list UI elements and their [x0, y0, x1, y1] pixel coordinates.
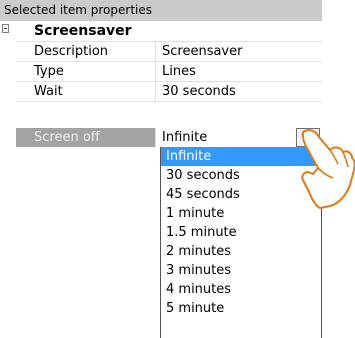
dropdown-option[interactable]: 30 seconds: [161, 166, 321, 185]
property-row-description[interactable]: Description Screensaver: [16, 42, 322, 62]
properties-window: Selected item properties Screensaver Des…: [0, 0, 355, 338]
dropdown-option[interactable]: 1.5 minute: [161, 223, 321, 242]
collapse-icon[interactable]: [2, 24, 9, 33]
dropdown-option[interactable]: 45 seconds: [161, 185, 321, 204]
screen-off-dropdown-list[interactable]: Infinite 30 seconds 45 seconds 1 minute …: [160, 147, 322, 338]
category-screensaver[interactable]: Screensaver: [16, 22, 322, 42]
property-name: Wait: [16, 82, 156, 101]
dropdown-option[interactable]: 5 minute: [161, 299, 321, 318]
chevron-down-icon: [304, 135, 312, 140]
dropdown-option[interactable]: 1 minute: [161, 204, 321, 223]
dropdown-option[interactable]: 4 minutes: [161, 280, 321, 299]
dropdown-toggle-button[interactable]: [296, 128, 320, 147]
dropdown-option[interactable]: 2 minutes: [161, 242, 321, 261]
property-name: Description: [16, 42, 156, 61]
category-label: Screensaver: [34, 23, 132, 39]
property-row-screen-off[interactable]: Screen off Infinite: [16, 128, 322, 148]
property-value[interactable]: 30 seconds: [156, 82, 322, 101]
property-name: Screen off: [16, 128, 156, 147]
dropdown-option[interactable]: 3 minutes: [161, 261, 321, 280]
property-value[interactable]: Screensaver: [156, 42, 322, 61]
panel-title: Selected item properties: [0, 0, 322, 21]
property-row-type[interactable]: Type Lines: [16, 62, 322, 82]
dropdown-option-highlighted[interactable]: Infinite: [161, 147, 321, 166]
property-row-wait[interactable]: Wait 30 seconds: [16, 82, 322, 102]
property-value[interactable]: Lines: [156, 62, 322, 81]
property-name: Type: [16, 62, 156, 81]
